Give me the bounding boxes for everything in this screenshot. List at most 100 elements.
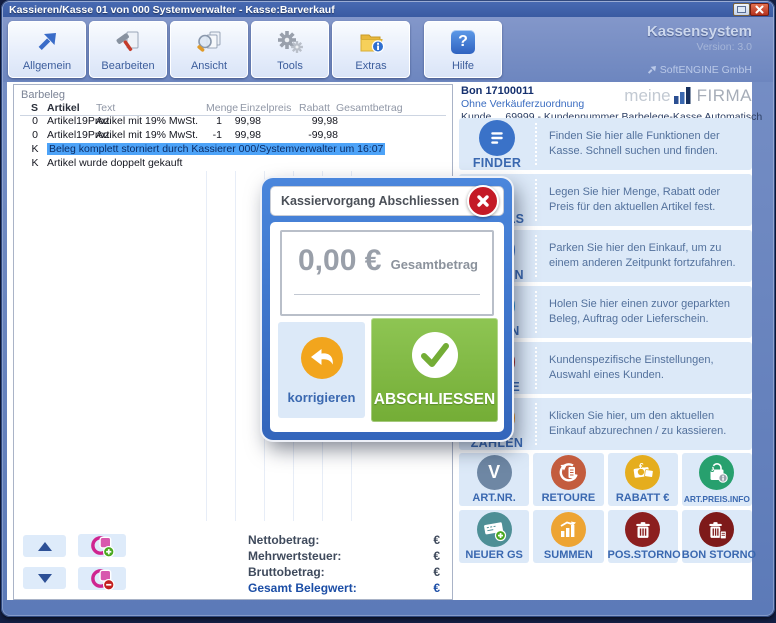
total-value: €: [433, 533, 440, 549]
action-finder[interactable]: FINDER Finden Sie hier alle Funktionen d…: [459, 118, 752, 170]
art-preis-info-icon: €: [699, 455, 734, 490]
arrow-down-icon: [38, 574, 52, 583]
kassensystem-window: Kassieren/Kasse 01 von 000 Systemverwalt…: [0, 0, 776, 623]
window-title: Kassieren/Kasse 01 von 000 Systemverwalt…: [3, 4, 335, 16]
action-description: Kundenspezifische Einstellungen, Auswahl…: [537, 342, 752, 394]
app-name: Kassensystem: [560, 23, 752, 40]
quick-button-neuer-gs[interactable]: NEUER GS: [459, 510, 529, 563]
receipt-title: Barbeleg: [21, 89, 65, 101]
toolbar-label: Tools: [251, 60, 329, 72]
column-header-text[interactable]: Text: [96, 102, 115, 114]
confirm-label: ABSCHLIESSEN: [374, 391, 495, 409]
retoure-icon: [551, 455, 586, 490]
toolbar-label: Ansicht: [170, 60, 248, 72]
quick-buttons-grid: V ART.NR. RETOURE € RABATT € € ART.PREIS…: [459, 453, 752, 563]
cell-s: K: [28, 143, 42, 155]
toolbar-label: Extras: [332, 60, 410, 72]
quick-button-summen[interactable]: SUMMEN: [533, 510, 603, 563]
column-header-einzelpreis[interactable]: Einzelpreis: [240, 102, 291, 114]
arrow-up-icon: [38, 542, 52, 551]
quick-label: SUMMEN: [533, 549, 603, 561]
amount-label: Gesamtbetrag: [391, 257, 478, 272]
cell-einzelpreis: 99,98: [217, 129, 261, 141]
total-row: Nettobetrag: €: [248, 533, 440, 549]
art-nr-icon: V: [477, 455, 512, 490]
total-label: Gesamt Belegwert:: [248, 581, 357, 597]
rabatt-icon: €: [625, 455, 660, 490]
toolbar-button-tools[interactable]: Tools: [251, 21, 329, 78]
toolbar-button-bearbeiten[interactable]: Bearbeiten: [89, 21, 167, 78]
magnifier-documents-icon: [170, 28, 248, 56]
vendor-label: SoftENGINE GmbH: [660, 64, 752, 76]
meine-firma-logo: meine FIRMA: [600, 86, 752, 104]
column-header-rabatt[interactable]: Rabatt: [299, 102, 330, 114]
total-label: Nettobetrag:: [248, 533, 319, 549]
vendor-link[interactable]: SoftENGINE GmbH: [560, 64, 752, 76]
add-position-button[interactable]: [78, 534, 126, 557]
table-row-message-selected[interactable]: K Beleg komplett storniert durch Kassier…: [14, 143, 452, 157]
cell-s: K: [28, 157, 42, 169]
column-header-artikel[interactable]: Artikel: [47, 102, 80, 114]
question-glyph: ?: [451, 30, 475, 54]
dialog-close-button[interactable]: [467, 185, 499, 217]
quick-label: POS.STORNO: [608, 549, 678, 561]
column-header-s[interactable]: S: [31, 102, 38, 114]
toolbar-button-hilfe[interactable]: ? Hilfe: [424, 21, 502, 78]
total-row: Mehrwertsteuer: €: [248, 549, 440, 565]
quick-button-rabatt[interactable]: € RABATT €: [608, 453, 678, 506]
logo-text-firma: FIRMA: [697, 87, 752, 104]
table-row-message[interactable]: K Artikel wurde doppelt gekauft: [14, 157, 452, 171]
hammer-document-icon: [89, 28, 167, 56]
abschliessen-button[interactable]: ABSCHLIESSEN: [371, 318, 498, 422]
column-header-menge[interactable]: Menge: [206, 102, 238, 114]
folder-info-icon: [332, 28, 410, 56]
quick-button-bon-storno[interactable]: BON STORNO: [682, 510, 752, 563]
cell-gesamtbetrag: 99,98: [290, 115, 338, 127]
total-value: €: [433, 565, 440, 581]
help-icon: ?: [424, 28, 502, 56]
restore-button[interactable]: [733, 3, 750, 16]
cell-s: 0: [28, 115, 42, 127]
totals-block: Nettobetrag: € Mehrwertsteuer: € Bruttob…: [248, 533, 440, 597]
gears-icon: [251, 28, 329, 56]
cancel-label: korrigieren: [288, 390, 356, 405]
close-window-button[interactable]: [750, 3, 769, 16]
quick-button-pos-storno[interactable]: POS.STORNO: [608, 510, 678, 563]
quick-label: BON STORNO: [682, 549, 752, 561]
action-description: Finden Sie hier alle Funktionen der Kass…: [537, 118, 752, 170]
column-header-gesamtbetrag[interactable]: Gesamtbetrag: [336, 102, 403, 114]
close-icon: [476, 194, 490, 208]
remove-position-button[interactable]: [78, 567, 126, 590]
quick-button-art-preis-info[interactable]: € ART.PREIS.INFO: [682, 453, 752, 506]
toolbar-button-allgemein[interactable]: Allgemein: [8, 21, 86, 78]
remove-position-icon: [90, 566, 115, 591]
column-separator: [235, 171, 236, 521]
korrigieren-button[interactable]: korrigieren: [278, 322, 365, 418]
summen-icon: [551, 512, 586, 547]
toolbar-button-extras[interactable]: Extras: [332, 21, 410, 78]
quick-button-art-nr[interactable]: V ART.NR.: [459, 453, 529, 506]
bon-storno-trash-icon: [699, 512, 734, 547]
neuer-gutschein-icon: [477, 512, 512, 547]
cell-menge: -1: [172, 129, 222, 141]
title-bar[interactable]: Kassieren/Kasse 01 von 000 Systemverwalt…: [3, 2, 773, 17]
column-separator: [206, 171, 207, 521]
amount-display[interactable]: 0,00 € Gesamtbetrag: [280, 230, 494, 316]
dialog-body: 0,00 € Gesamtbetrag korrigieren ABSCHLIE…: [270, 222, 504, 432]
bon-number: Bon 17100011: [461, 85, 534, 97]
arrow-up-right-icon: [647, 66, 656, 75]
restore-icon: [737, 6, 746, 13]
quick-button-retoure[interactable]: RETOURE: [533, 453, 603, 506]
scroll-up-button[interactable]: [23, 535, 66, 557]
check-icon: [411, 331, 459, 379]
app-version: Version: 3.0: [560, 41, 752, 53]
table-row[interactable]: 0 Artikel19Prozer Artikel mit 19% MwSt. …: [14, 115, 452, 129]
amount-value: 0,00 €: [298, 244, 381, 278]
action-label: FINDER: [473, 156, 521, 170]
quick-label: RETOURE: [533, 492, 603, 504]
scroll-down-button[interactable]: [23, 567, 66, 589]
quick-label: ART.PREIS.INFO: [682, 494, 752, 504]
table-row[interactable]: 0 Artikel19Prozer Artikel mit 19% MwSt. …: [14, 129, 452, 143]
toolbar-button-ansicht[interactable]: Ansicht: [170, 21, 248, 78]
total-value: €: [433, 549, 440, 565]
